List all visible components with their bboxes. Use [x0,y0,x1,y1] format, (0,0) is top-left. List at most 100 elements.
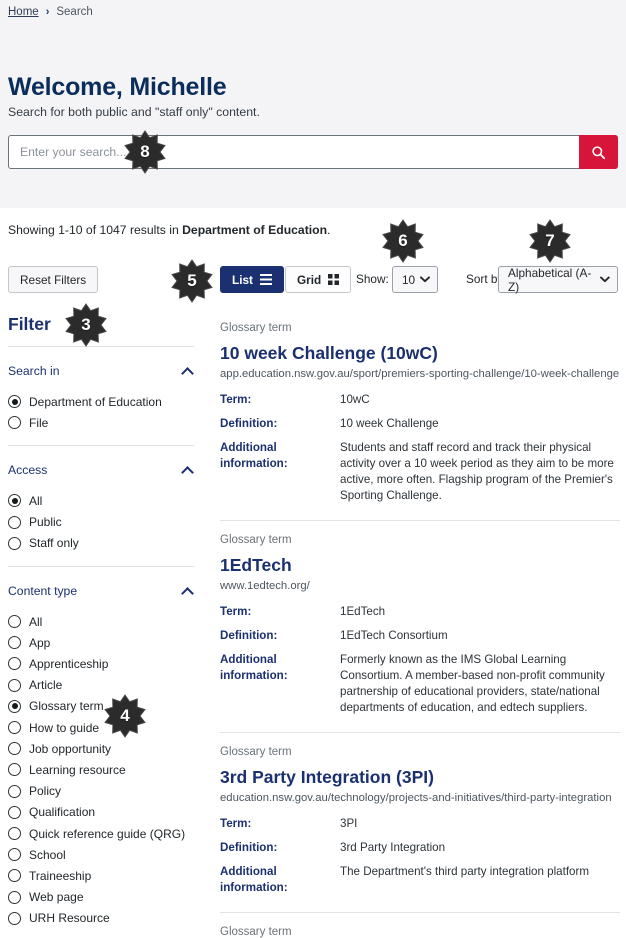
radio-unselected-icon[interactable] [8,721,21,734]
search-input[interactable] [9,136,579,168]
page-subtitle: Search for both public and "staff only" … [8,105,260,119]
result-field-key: Additional information: [220,865,288,894]
result-field-key: Definition: [220,841,278,854]
step-marker-number: 6 [398,231,408,250]
result-field: Term: 1EdTech [220,604,620,620]
facet-option-how-to-guide[interactable]: How to guide [8,717,198,738]
radio-unselected-icon[interactable] [8,416,21,430]
result-field: Definition: 1EdTech Consortium [220,628,620,644]
show-select[interactable]: 10 [392,266,438,293]
facet-option-learning-resource[interactable]: Learning resource [8,759,198,780]
radio-selected-icon[interactable] [8,699,21,713]
facet-option-web-page[interactable]: Web page [8,887,198,908]
radio-unselected-icon[interactable] [8,911,21,925]
step-marker-6: 6 [381,219,425,263]
facet-option-all[interactable]: All [8,490,198,511]
result-field: Term: 10wC [220,392,620,408]
search-submit-button[interactable] [579,135,618,169]
facet-option-school[interactable]: School [8,844,198,865]
radio-selected-icon[interactable] [8,494,21,508]
result-kicker: Glossary term [220,322,292,334]
facet-option-file[interactable]: File [8,412,198,433]
results-summary: Showing 1-10 of 1047 results in Departme… [8,223,330,237]
list-icon [259,274,272,285]
starburst-icon [65,303,107,347]
result-title-link[interactable]: 3rd Party Integration (3PI) [220,767,620,788]
radio-unselected-icon[interactable] [8,615,21,628]
radio-unselected-icon[interactable] [8,848,21,862]
facet-header-content-type[interactable]: Content type [8,584,194,598]
facet-option-quick-reference-guide-qrg[interactable]: Quick reference guide (QRG) [8,823,198,844]
radio-unselected-icon[interactable] [8,636,21,650]
facet-option-traineeship[interactable]: Traineeship [8,865,198,886]
facet-option-department-of-education[interactable]: Department of Education [8,391,198,412]
result-title-link[interactable]: 1EdTech [220,555,620,576]
search-icon [592,145,606,159]
filter-divider [8,445,194,447]
facet-option-article[interactable]: Article [8,675,198,696]
reset-filters-button[interactable]: Reset Filters [8,266,99,293]
starburst-icon [382,219,424,263]
view-toggle-list-label: List [232,272,253,287]
result-divider [220,732,620,733]
header-band [0,0,626,208]
radio-unselected-icon[interactable] [8,536,21,550]
facet-option-policy[interactable]: Policy [8,781,198,802]
result-field: Additional information: The Department's… [220,864,620,896]
radio-unselected-icon[interactable] [8,678,21,692]
sort-select-value: Alphabetical (A-Z) [508,265,592,294]
facet-header-access[interactable]: Access [8,463,194,477]
facet-option-staff-only[interactable]: Staff only [8,533,198,554]
breadcrumb-home-link[interactable]: Home [8,5,39,20]
result-field-key: Definition: [220,629,278,642]
view-toggle-grid[interactable]: Grid [285,266,352,293]
view-toggle-list[interactable]: List [220,266,284,293]
result-field-value: 3rd Party Integration [340,841,446,854]
step-marker-number: 3 [81,315,91,334]
facet-option-label: Staff only [29,536,79,551]
starburst-icon [171,259,213,303]
result-url[interactable]: education.nsw.gov.au/technology/projects… [220,792,620,804]
facet-option-apprenticeship[interactable]: Apprenticeship [8,653,198,674]
radio-unselected-icon[interactable] [8,742,21,756]
facet-option-label: Department of Education [29,394,162,409]
result-card: Glossary term Aboriginal Affairs (AA) Te… [220,926,620,938]
facet-option-app[interactable]: App [8,632,198,653]
step-marker-5: 5 [170,259,214,303]
radio-unselected-icon[interactable] [8,869,21,883]
radio-unselected-icon[interactable] [8,784,21,798]
facet-option-all[interactable]: All [8,611,198,632]
result-field: Additional information: Students and sta… [220,440,620,504]
radio-selected-icon[interactable] [8,395,21,408]
facet-header-search-in[interactable]: Search in [8,364,194,378]
chevron-down-icon [600,276,610,283]
result-kicker: Glossary term [220,534,292,546]
radio-unselected-icon[interactable] [8,763,21,777]
page-title: Welcome, Michelle [8,73,227,101]
result-field-value: 1EdTech Consortium [340,629,448,642]
facet-option-label: How to guide [29,720,100,735]
sort-select[interactable]: Alphabetical (A-Z) [498,265,618,294]
radio-unselected-icon[interactable] [8,657,21,671]
facet-option-qualification[interactable]: Qualification [8,802,198,823]
radio-unselected-icon[interactable] [8,890,21,904]
chevron-up-icon [183,368,194,375]
result-field-key: Additional information: [220,653,288,682]
radio-unselected-icon[interactable] [8,515,21,529]
result-field-value: Formerly known as the IMS Global Learnin… [340,653,605,714]
result-url[interactable]: app.education.nsw.gov.au/sport/premiers-… [220,368,620,380]
filter-divider [8,346,194,347]
facet-option-urh-resource[interactable]: URH Resource [8,908,198,929]
result-card: Glossary term 10 week Challenge (10wC) a… [220,322,620,506]
result-field-value: The Department's third party integration… [340,865,590,878]
show-select-value: 10 [402,272,416,287]
facet-option-public[interactable]: Public [8,512,198,533]
facet-option-glossary-term[interactable]: Glossary term [8,696,198,717]
result-url[interactable]: www.1edtech.org/ [220,580,620,592]
radio-unselected-icon[interactable] [8,827,21,840]
facet-option-label: Public [29,515,62,530]
result-title-link[interactable]: 10 week Challenge (10wC) [220,343,620,364]
breadcrumb-current: Search [56,6,93,18]
radio-unselected-icon[interactable] [8,805,21,819]
facet-option-job-opportunity[interactable]: Job opportunity [8,738,198,759]
